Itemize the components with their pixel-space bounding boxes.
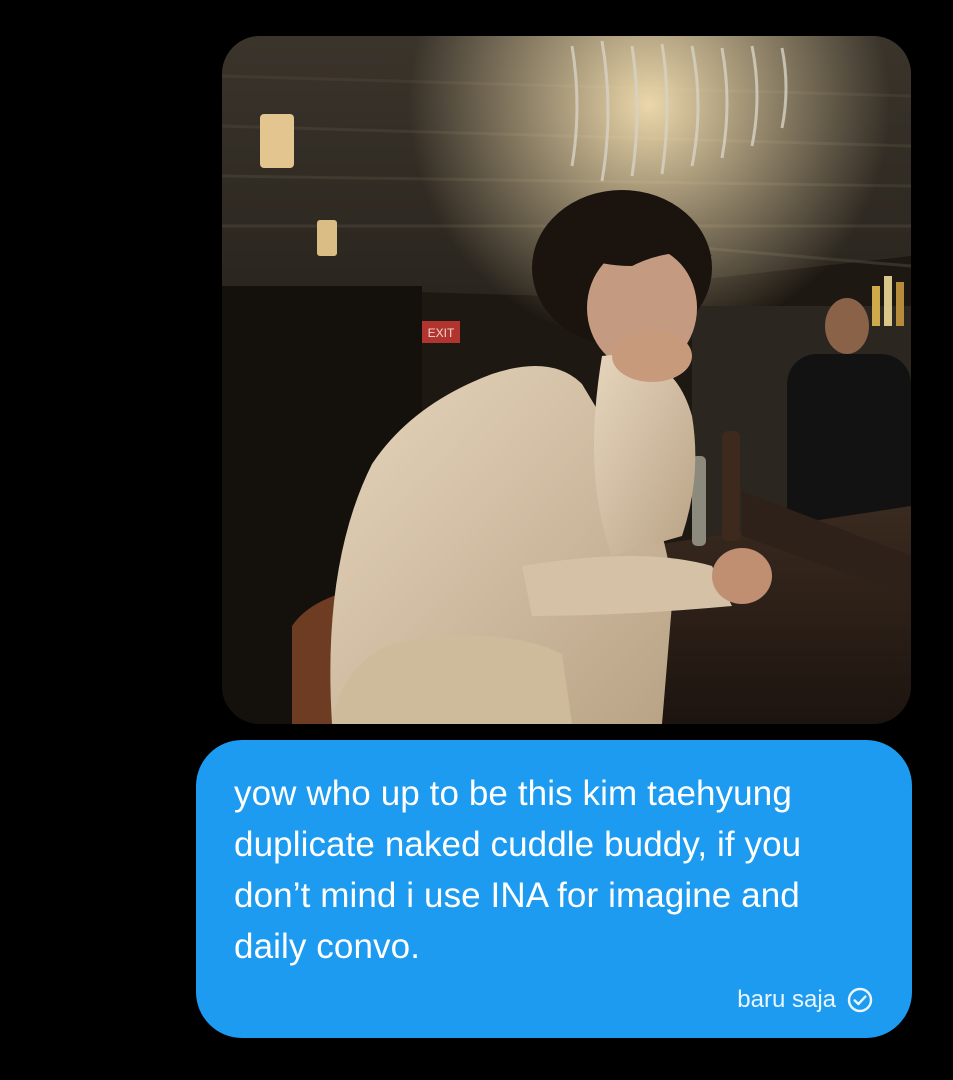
message-meta: baru saja <box>737 986 874 1014</box>
message-bubble[interactable]: yow who up to be this kim taehyung dupli… <box>196 740 912 1038</box>
message-text: yow who up to be this kim taehyung dupli… <box>234 774 802 966</box>
photo-attachment[interactable]: EXIT <box>222 36 911 724</box>
message-timestamp: baru saja <box>737 986 836 1013</box>
check-circle-icon <box>846 986 874 1014</box>
photo-image: EXIT <box>222 36 911 724</box>
exit-sign-text: EXIT <box>428 326 455 340</box>
